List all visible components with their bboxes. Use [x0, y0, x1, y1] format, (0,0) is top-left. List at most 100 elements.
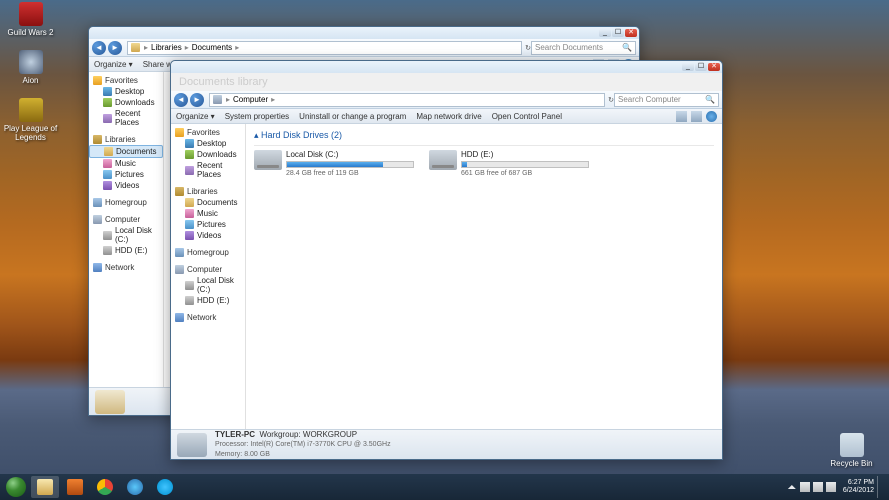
sidebar-item-desktop[interactable]: Desktop [171, 138, 245, 149]
taskbar-chrome[interactable] [91, 476, 119, 498]
pictures-icon [103, 170, 112, 179]
drive-name: Local Disk (C:) [286, 150, 414, 159]
icon-label: Aion [3, 76, 58, 85]
address-bar[interactable]: ▸ Computer ▸ [209, 93, 605, 107]
network-icon [175, 313, 184, 322]
libraries-icon [175, 187, 184, 196]
titlebar[interactable]: _ ☐ ✕ [171, 61, 722, 73]
control-panel-button[interactable]: Open Control Panel [492, 112, 562, 121]
documents-icon [185, 198, 194, 207]
sidebar: Favorites Desktop Downloads Recent Place… [171, 124, 246, 447]
sidebar-item-downloads[interactable]: Downloads [171, 149, 245, 160]
sidebar-homegroup[interactable]: Homegroup [89, 197, 163, 208]
videos-icon [185, 231, 194, 240]
sidebar-libraries[interactable]: Libraries [171, 186, 245, 197]
minimize-button[interactable]: _ [599, 29, 611, 37]
section-drives[interactable]: ▴ Hard Disk Drives (2) [254, 128, 714, 146]
breadcrumb-seg[interactable]: Computer [231, 95, 270, 104]
sidebar-item-recent[interactable]: Recent Places [171, 160, 245, 180]
sidebar-item-desktop[interactable]: Desktop [89, 86, 163, 97]
close-button[interactable]: ✕ [708, 63, 720, 71]
organize-button[interactable]: Organize ▾ [94, 60, 133, 69]
sidebar-libraries[interactable]: Libraries [89, 134, 163, 145]
start-button[interactable] [3, 476, 29, 498]
sidebar-item-videos[interactable]: Videos [171, 230, 245, 241]
preview-icon[interactable] [691, 111, 702, 122]
system-properties-button[interactable]: System properties [225, 112, 289, 121]
titlebar[interactable]: _ ☐ ✕ [89, 27, 639, 39]
sidebar-item-documents[interactable]: Documents [89, 145, 163, 158]
back-button[interactable]: ◄ [174, 93, 188, 107]
breadcrumb-seg[interactable]: Documents [190, 43, 234, 52]
sidebar-computer[interactable]: Computer [171, 264, 245, 275]
homegroup-icon [175, 248, 184, 257]
minimize-button[interactable]: _ [682, 63, 694, 71]
sidebar-item-hdd[interactable]: HDD (E:) [171, 295, 245, 306]
navbar: ◄ ► ▸ Computer ▸ ↻ Search Computer 🔍 [171, 91, 722, 109]
computer-window[interactable]: _ ☐ ✕ Documents library ◄ ► ▸ Computer ▸… [170, 60, 723, 460]
show-hidden-icon[interactable] [787, 482, 797, 492]
sidebar-item-downloads[interactable]: Downloads [89, 97, 163, 108]
sidebar-item-recent[interactable]: Recent Places [89, 108, 163, 128]
volume-icon[interactable] [826, 482, 836, 492]
homegroup-icon [93, 198, 102, 207]
maximize-button[interactable]: ☐ [695, 63, 707, 71]
sidebar-favorites[interactable]: Favorites [89, 75, 163, 86]
taskbar-skype[interactable] [151, 476, 179, 498]
desktop-icon-lol[interactable]: Play League of Legends [3, 98, 58, 142]
taskbar-itunes[interactable] [121, 476, 149, 498]
sidebar-item-pictures[interactable]: Pictures [89, 169, 163, 180]
content-pane[interactable]: ▴ Hard Disk Drives (2) Local Disk (C:) 2… [246, 124, 722, 447]
help-icon[interactable] [706, 111, 717, 122]
sidebar-item-videos[interactable]: Videos [89, 180, 163, 191]
recycle-bin[interactable]: Recycle Bin [829, 433, 874, 468]
clock[interactable]: 6:27 PM 6/24/2012 [839, 479, 874, 495]
taskbar-media-player[interactable] [61, 476, 89, 498]
address-bar[interactable]: ▸ Libraries ▸ Documents ▸ [127, 41, 522, 55]
desktop-icon-aion[interactable]: Aion [3, 50, 58, 85]
desktop-icon [103, 87, 112, 96]
breadcrumb-seg[interactable]: Libraries [149, 43, 184, 52]
drive-free-text: 661 GB free of 687 GB [461, 170, 589, 177]
sidebar-computer[interactable]: Computer [89, 214, 163, 225]
sidebar-item-hdd[interactable]: HDD (E:) [89, 245, 163, 256]
folder-icon [131, 43, 140, 52]
maximize-button[interactable]: ☐ [612, 29, 624, 37]
disk-icon [103, 231, 112, 240]
action-center-icon[interactable] [800, 482, 810, 492]
taskbar-explorer[interactable] [31, 476, 59, 498]
computer-icon [213, 95, 222, 104]
drive-hdd-e[interactable]: HDD (E:) 661 GB free of 687 GB [429, 150, 589, 177]
network-icon[interactable] [813, 482, 823, 492]
search-icon: 🔍 [622, 43, 632, 52]
close-button[interactable]: ✕ [625, 29, 637, 37]
sidebar-item-pictures[interactable]: Pictures [171, 219, 245, 230]
sidebar-item-localdisk[interactable]: Local Disk (C:) [171, 275, 245, 295]
drive-local-disk-c[interactable]: Local Disk (C:) 28.4 GB free of 119 GB [254, 150, 414, 177]
sidebar-item-localdisk[interactable]: Local Disk (C:) [89, 225, 163, 245]
desktop-icon-gw2[interactable]: Guild Wars 2 [3, 2, 58, 37]
icon-label: Play League of Legends [3, 124, 58, 142]
forward-button[interactable]: ► [108, 41, 122, 55]
organize-button[interactable]: Organize ▾ [176, 112, 215, 121]
forward-button[interactable]: ► [190, 93, 204, 107]
view-icon[interactable] [676, 111, 687, 122]
back-button[interactable]: ◄ [92, 41, 106, 55]
search-input[interactable]: Search Documents 🔍 [531, 41, 636, 55]
map-drive-button[interactable]: Map network drive [416, 112, 481, 121]
status-icon [95, 390, 125, 414]
search-placeholder: Search Computer [618, 95, 681, 104]
sidebar-item-music[interactable]: Music [171, 208, 245, 219]
clock-date: 6/24/2012 [843, 487, 874, 495]
sidebar-item-documents[interactable]: Documents [171, 197, 245, 208]
taskbar: 6:27 PM 6/24/2012 [0, 474, 889, 500]
recent-icon [185, 166, 194, 175]
sidebar-network[interactable]: Network [171, 312, 245, 323]
show-desktop-button[interactable] [877, 476, 883, 498]
sidebar-item-music[interactable]: Music [89, 158, 163, 169]
uninstall-button[interactable]: Uninstall or change a program [299, 112, 406, 121]
sidebar-network[interactable]: Network [89, 262, 163, 273]
sidebar-favorites[interactable]: Favorites [171, 127, 245, 138]
search-input[interactable]: Search Computer 🔍 [614, 93, 719, 107]
sidebar-homegroup[interactable]: Homegroup [171, 247, 245, 258]
